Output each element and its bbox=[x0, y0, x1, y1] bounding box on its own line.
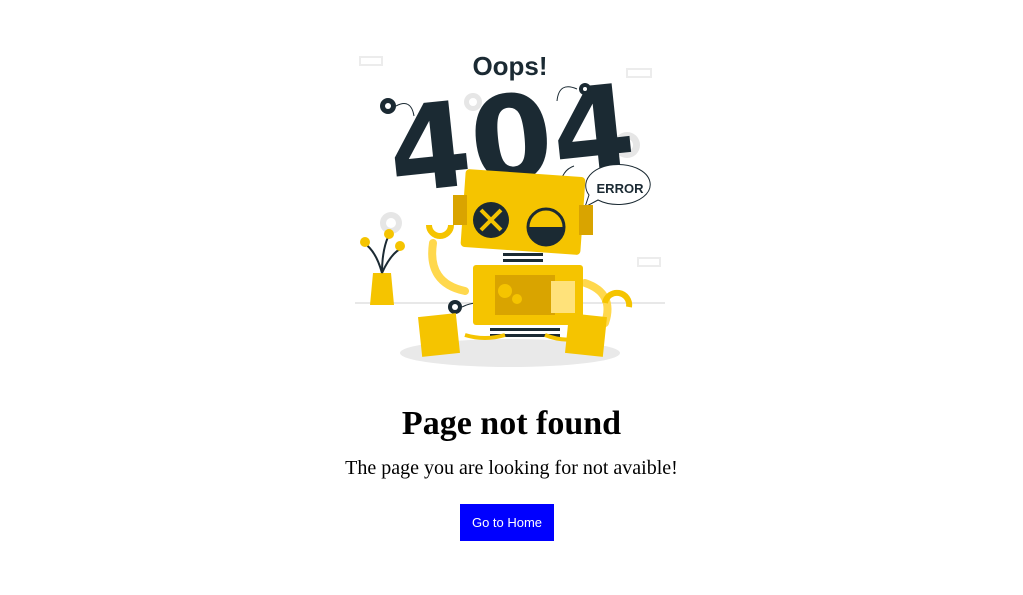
error-page: Oops! 404 ERROR Page not found The page … bbox=[0, 0, 1023, 595]
plant-vase bbox=[360, 229, 405, 305]
robot-body bbox=[473, 265, 583, 325]
robot-neck bbox=[503, 253, 543, 262]
error-speech-bubble: ERROR bbox=[584, 164, 651, 209]
robot-right-foot bbox=[565, 313, 607, 357]
page-title: Page not found bbox=[401, 405, 622, 442]
robot-left-claw bbox=[426, 224, 454, 239]
go-to-home-button[interactable]: Go to Home bbox=[460, 504, 554, 541]
robot-404-illustration: Oops! 404 ERROR bbox=[355, 51, 665, 367]
robot-head bbox=[453, 169, 593, 255]
error-label: ERROR bbox=[597, 181, 645, 196]
page-subtitle: The page you are looking for not avaible… bbox=[345, 457, 678, 479]
robot-left-foot bbox=[418, 313, 460, 357]
robot-left-arm bbox=[428, 239, 469, 295]
robot-left-leg bbox=[464, 333, 506, 340]
